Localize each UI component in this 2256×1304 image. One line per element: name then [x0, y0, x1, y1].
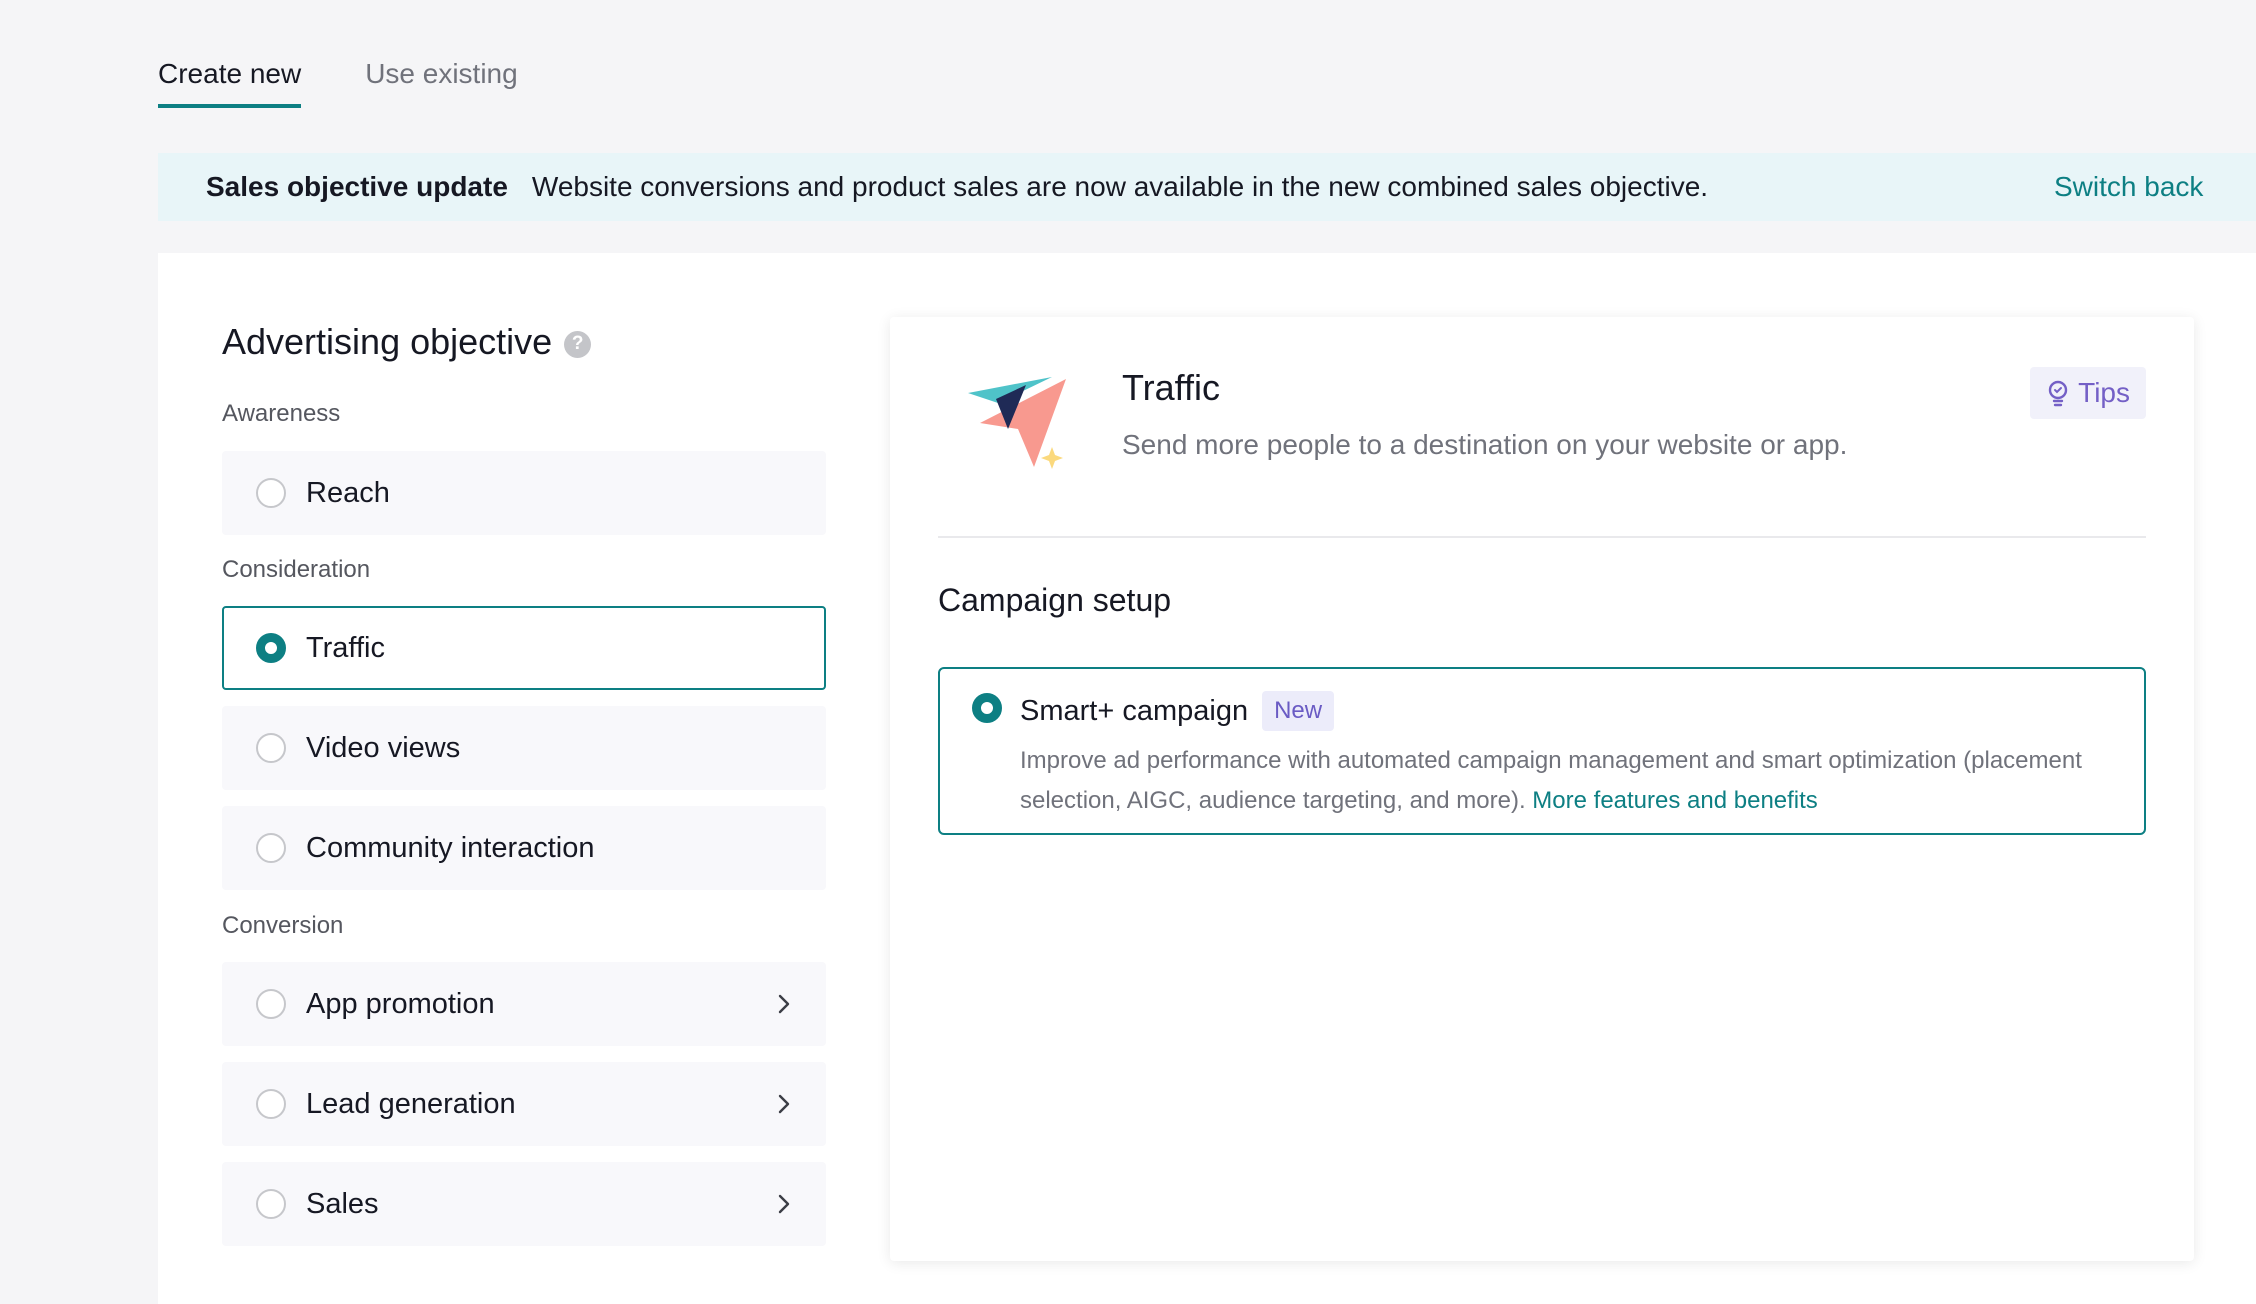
option-video-views[interactable]: Video views — [222, 706, 826, 790]
more-features-link[interactable]: More features and benefits — [1532, 787, 1818, 814]
chevron-right-icon — [778, 1194, 790, 1214]
tips-button[interactable]: Tips — [2030, 367, 2146, 419]
option-community-interaction[interactable]: Community interaction — [222, 806, 826, 890]
advertising-objective-title: Advertising objective — [222, 321, 553, 362]
option-community-interaction-label: Community interaction — [306, 831, 595, 864]
banner-text: Website conversions and product sales ar… — [531, 171, 1709, 202]
sales-radio[interactable] — [256, 1189, 286, 1219]
smart-campaign-heading: Smart+ campaign New — [1020, 691, 1335, 731]
chevron-right-icon — [778, 994, 790, 1014]
option-app-promotion-label: App promotion — [306, 987, 495, 1020]
lightbulb-icon — [2048, 380, 2068, 407]
option-sales-label: Sales — [306, 1187, 379, 1220]
detail-description: Send more people to a destination on you… — [1122, 429, 1848, 460]
switch-back-link[interactable]: Switch back — [2054, 171, 2203, 203]
option-traffic[interactable]: Traffic — [222, 606, 826, 690]
option-sales[interactable]: Sales — [222, 1162, 826, 1246]
group-label-awareness: Awareness — [222, 400, 341, 427]
option-app-promotion[interactable]: App promotion — [222, 962, 826, 1046]
option-reach[interactable]: Reach — [222, 451, 826, 535]
divider — [938, 536, 2146, 538]
detail-title: Traffic — [1122, 367, 1221, 408]
video-views-radio[interactable] — [256, 733, 286, 763]
tips-label: Tips — [2078, 377, 2130, 408]
tab-create-new[interactable]: Create new — [158, 58, 302, 108]
community-interaction-radio[interactable] — [256, 833, 286, 863]
option-traffic-label: Traffic — [306, 631, 385, 664]
smart-campaign-title: Smart+ campaign — [1020, 694, 1249, 727]
group-label-conversion: Conversion — [222, 912, 344, 939]
traffic-radio[interactable] — [256, 633, 286, 663]
option-lead-generation[interactable]: Lead generation — [222, 1062, 826, 1146]
tab-use-existing[interactable]: Use existing — [365, 58, 518, 108]
option-lead-generation-label: Lead generation — [306, 1087, 516, 1120]
help-icon[interactable]: ? — [564, 330, 592, 358]
sales-objective-banner: Sales objective update Website conversio… — [158, 153, 2256, 221]
group-label-consideration: Consideration — [222, 556, 371, 583]
chevron-right-icon — [778, 1094, 790, 1114]
traffic-illustration-icon — [968, 377, 1066, 469]
smart-campaign-radio[interactable] — [972, 693, 1002, 723]
option-reach-label: Reach — [306, 476, 390, 509]
reach-radio[interactable] — [256, 478, 286, 508]
campaign-setup-title: Campaign setup — [938, 582, 1172, 618]
objective-detail-panel: Traffic Send more people to a destinatio… — [890, 317, 2194, 1261]
new-badge: New — [1262, 691, 1335, 731]
banner-title: Sales objective update — [206, 171, 508, 202]
main-card: Advertising objective ? Awareness Reach … — [158, 253, 2256, 1304]
smart-campaign-description: Improve ad performance with automated ca… — [1020, 741, 2120, 821]
smart-campaign-option[interactable]: Smart+ campaign New Improve ad performan… — [938, 667, 2146, 835]
advertising-objective-heading: Advertising objective ? — [222, 321, 592, 363]
lead-generation-radio[interactable] — [256, 1089, 286, 1119]
app-promotion-radio[interactable] — [256, 989, 286, 1019]
option-video-views-label: Video views — [306, 731, 461, 764]
objective-tabs: Create new Use existing — [158, 58, 518, 108]
